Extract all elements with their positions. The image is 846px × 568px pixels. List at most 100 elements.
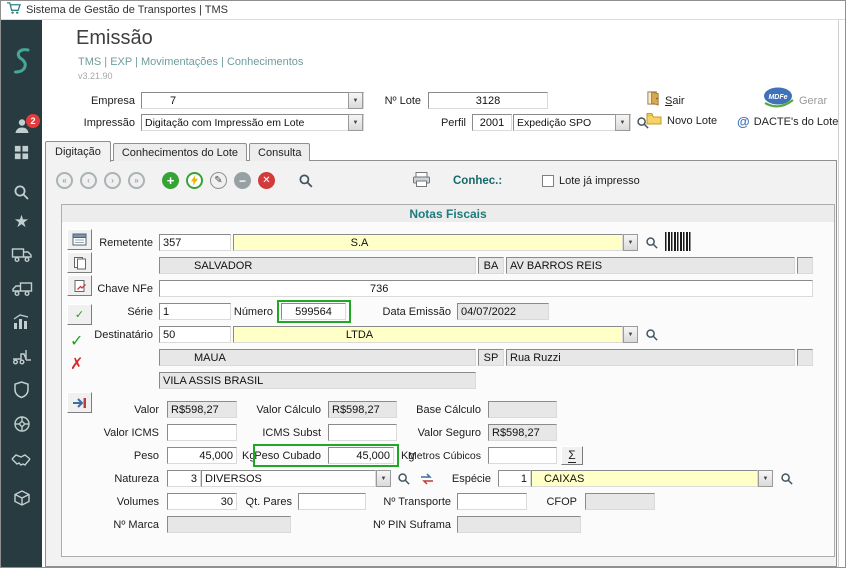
delete-record-button[interactable] <box>234 172 251 189</box>
natureza-search-icon[interactable] <box>395 470 413 487</box>
cancel-x-button[interactable] <box>70 354 83 374</box>
destinatario-uf-field: SP <box>478 349 504 366</box>
app-window: Sistema de Gestão de Transportes | TMS ★… <box>0 0 846 568</box>
search-icon[interactable] <box>1 180 42 204</box>
base-calculo-field <box>488 401 557 418</box>
empresa-combo[interactable]: 7 <box>141 92 364 109</box>
paste-button[interactable] <box>67 275 92 296</box>
peso-field[interactable]: 45,000 <box>167 447 237 464</box>
icms-subst-label: ICMS Subst <box>262 427 321 439</box>
form-window-button[interactable] <box>67 229 92 250</box>
next-record-button[interactable] <box>104 172 121 189</box>
edit-record-button[interactable] <box>186 172 203 189</box>
go-to-end-button[interactable] <box>67 392 92 413</box>
cargo-box-icon[interactable] <box>1 486 42 510</box>
transporte-field[interactable] <box>457 493 527 510</box>
app-logo-icon[interactable] <box>1 44 42 80</box>
valor-icms-field[interactable] <box>167 424 237 441</box>
icms-subst-field[interactable] <box>328 424 397 441</box>
barcode-icon[interactable] <box>665 232 691 251</box>
perfil-code-field[interactable]: 2001 <box>472 114 512 131</box>
first-record-button[interactable] <box>56 172 73 189</box>
impressao-combo[interactable]: Digitação com Impressão em Lote <box>141 114 364 131</box>
confirm-check-button[interactable] <box>70 331 83 351</box>
favorites-star-icon[interactable]: ★ <box>1 210 42 234</box>
cfop-label: CFOP <box>546 496 577 508</box>
destinatario-label: Destinatário <box>94 329 153 341</box>
novo-lote-button[interactable]: Novo Lote <box>645 111 718 131</box>
destinatario-code-field[interactable]: 50 <box>159 326 231 343</box>
metros-cubicos-label: Metros Cúbicos <box>408 450 481 462</box>
perfil-combo[interactable]: Expedição SPO <box>513 114 631 131</box>
destinatario-search-icon[interactable] <box>643 326 661 343</box>
copy-button[interactable] <box>67 252 92 273</box>
especie-combo[interactable]: CAIXAS <box>531 470 758 487</box>
cancel-button[interactable] <box>258 172 275 189</box>
forklift-icon[interactable] <box>1 344 42 368</box>
base-calculo-label: Base Cálculo <box>416 404 481 416</box>
valor-icms-label: Valor ICMS <box>104 427 159 439</box>
gerar-label: Gerar <box>799 95 827 107</box>
remetente-dropdown-icon[interactable] <box>623 234 638 251</box>
prev-record-button[interactable] <box>80 172 97 189</box>
qt-pares-field[interactable] <box>298 493 366 510</box>
modules-grid-icon[interactable] <box>1 140 42 164</box>
lote-label: Nº Lote <box>385 95 421 107</box>
helm-wheel-icon[interactable] <box>1 412 42 436</box>
tab-consulta[interactable]: Consulta <box>249 143 310 161</box>
sum-sigma-button[interactable] <box>561 446 583 465</box>
add-record-button[interactable] <box>162 172 179 189</box>
handshake-icon[interactable] <box>1 448 42 472</box>
dacte-label: DACTE's do Lote <box>754 116 839 128</box>
truck-outbound-icon[interactable] <box>1 242 42 266</box>
breadcrumb: TMS | EXP | Movimentações | Conhecimento… <box>78 56 303 68</box>
impressao-dropdown-icon[interactable] <box>348 114 363 131</box>
tab-digitacao[interactable]: Digitação <box>45 141 111 162</box>
at-icon: @ <box>737 114 750 129</box>
valor-calculo-label: Valor Cálculo <box>256 404 321 416</box>
serie-field[interactable]: 1 <box>159 303 231 320</box>
tab-conhecimentos-do-lote[interactable]: Conhecimentos do Lote <box>113 143 247 161</box>
natureza-dropdown-icon[interactable] <box>376 470 391 487</box>
chave-nfe-label: Chave NFe <box>97 283 153 295</box>
lote-field[interactable]: 3128 <box>428 92 548 109</box>
natureza-label: Natureza <box>114 473 159 485</box>
peso-cubado-field[interactable]: 45,000 <box>328 447 394 464</box>
metros-cubicos-field[interactable] <box>488 447 557 464</box>
exit-door-icon <box>646 90 661 111</box>
record-toolbar <box>56 170 318 191</box>
transfer-icon[interactable] <box>417 470 437 487</box>
destinatario-dropdown-icon[interactable] <box>623 326 638 343</box>
dacte-button[interactable]: @ DACTE's do Lote <box>736 113 839 130</box>
empresa-dropdown-icon[interactable] <box>348 92 363 109</box>
natureza-combo[interactable]: DIVERSOS <box>201 470 376 487</box>
empresa-label: Empresa <box>91 95 135 107</box>
especie-dropdown-icon[interactable] <box>758 470 773 487</box>
sair-button[interactable]: Sair <box>645 89 686 112</box>
especie-search-icon[interactable] <box>778 470 796 487</box>
confirm-row-button[interactable] <box>67 304 92 325</box>
pencil-edit-button[interactable] <box>210 172 227 189</box>
last-record-button[interactable] <box>128 172 145 189</box>
page-title: Emissão <box>76 27 153 50</box>
remetente-search-icon[interactable] <box>643 234 661 251</box>
lote-impresso-checkbox[interactable] <box>542 175 554 187</box>
especie-code-field[interactable]: 1 <box>498 470 531 487</box>
remetente-name-combo[interactable]: S.A <box>233 234 623 251</box>
security-shield-icon[interactable] <box>1 378 42 402</box>
window-titlebar: Sistema de Gestão de Transportes | TMS <box>1 1 845 20</box>
numero-field[interactable]: 599564 <box>281 303 346 320</box>
perfil-dropdown-icon[interactable] <box>615 114 630 131</box>
transporte-label: Nº Transporte <box>383 496 451 508</box>
reports-chart-icon[interactable] <box>1 310 42 334</box>
volumes-field[interactable]: 30 <box>167 493 237 510</box>
remetente-code-field[interactable]: 357 <box>159 234 231 251</box>
lote-impresso-label: Lote já impresso <box>559 175 640 187</box>
toolbar-search-button[interactable] <box>294 170 318 191</box>
destinatario-name-combo[interactable]: LTDA <box>233 326 623 343</box>
natureza-code-field[interactable]: 3 <box>167 470 201 487</box>
chave-nfe-field[interactable]: 736 <box>159 280 813 297</box>
truck-inbound-icon[interactable] <box>1 276 42 300</box>
print-button[interactable] <box>407 168 435 190</box>
data-emissao-field[interactable]: 04/07/2022 <box>457 303 549 320</box>
